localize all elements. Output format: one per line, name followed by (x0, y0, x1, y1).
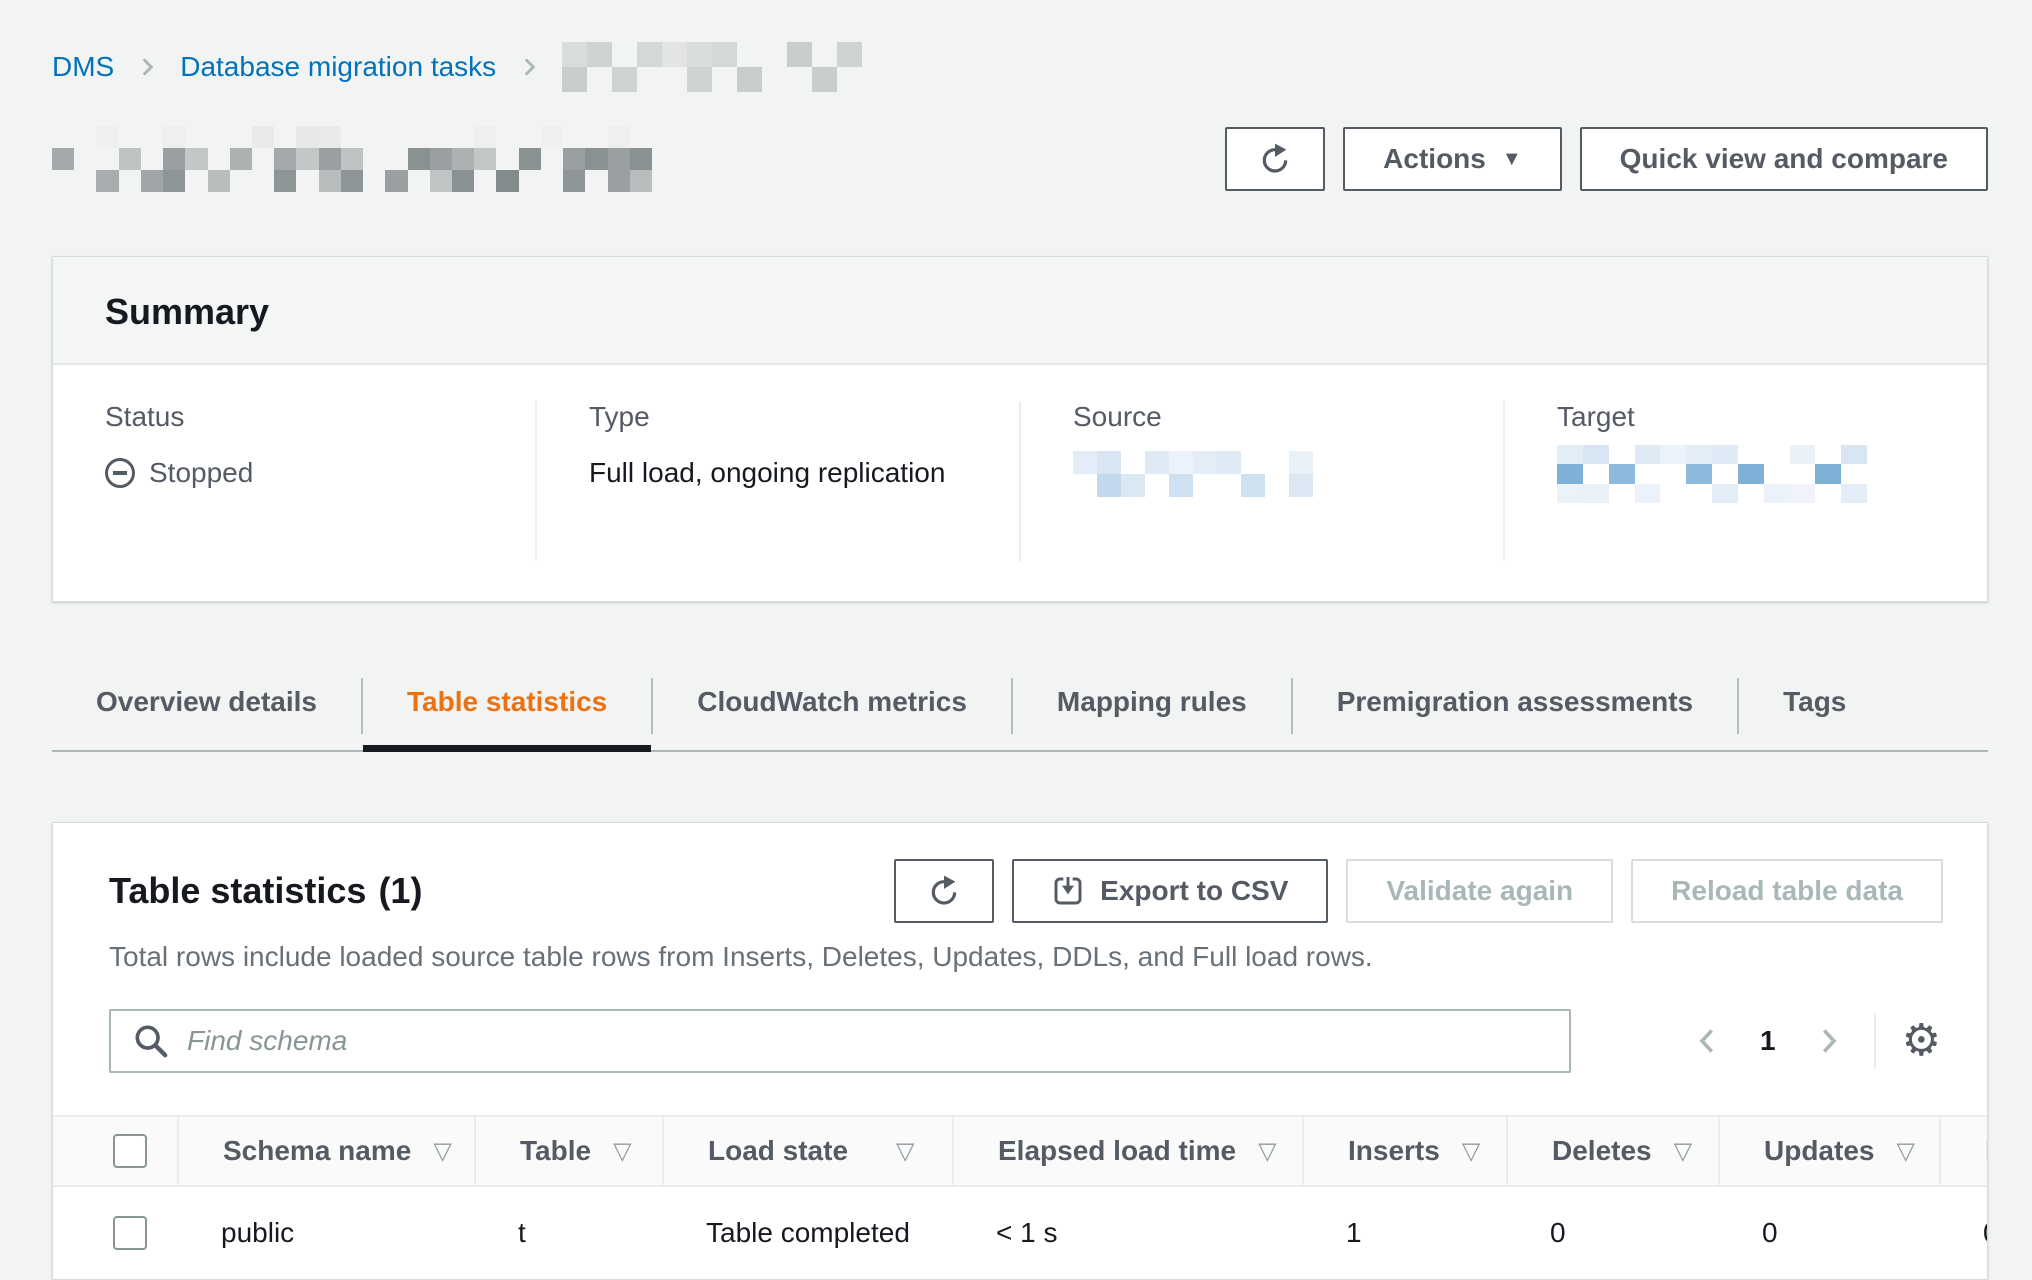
table-statistics-header: Table statistics (1) Export to C (53, 823, 1987, 923)
target-link-redacted[interactable] (1557, 445, 1867, 503)
type-label: Type (589, 401, 975, 433)
column-header-updates[interactable]: Updates▽ (1718, 1117, 1939, 1185)
sort-icon: ▽ (1258, 1137, 1276, 1165)
caret-down-icon: ▼ (1502, 149, 1522, 169)
table-statistics-table: Schema name▽ Table▽ Load state▽ Elapsed … (53, 1115, 1987, 1279)
export-csv-label: Export to CSV (1100, 875, 1288, 907)
chevron-right-icon (516, 52, 542, 82)
column-header-elapsed-load-time[interactable]: Elapsed load time▽ (952, 1117, 1302, 1185)
column-header-load-state[interactable]: Load state▽ (662, 1117, 952, 1185)
page-header: Actions ▼ Quick view and compare (52, 114, 1988, 204)
refresh-icon (1259, 143, 1291, 175)
export-csv-button[interactable]: Export to CSV (1012, 859, 1328, 923)
column-header-deletes[interactable]: Deletes▽ (1506, 1117, 1718, 1185)
chevron-right-icon (1810, 1023, 1846, 1059)
breadcrumb-current-redacted (562, 42, 862, 92)
validate-again-button[interactable]: Validate again (1346, 859, 1613, 923)
select-all-checkbox[interactable] (113, 1134, 147, 1168)
summary-panel: Summary Status Stopped Type Full load, o… (52, 256, 1988, 602)
table-actions: Export to CSV Validate again Reload tabl… (894, 859, 1943, 923)
gear-icon: ⚙ (1902, 1015, 1941, 1066)
summary-status-column: Status Stopped (53, 401, 535, 561)
tab-tags[interactable]: Tags (1739, 662, 1890, 750)
table-statistics-description: Total rows include loaded source table r… (109, 939, 1943, 975)
cell-table: t (474, 1187, 662, 1279)
breadcrumb-link-dms[interactable]: DMS (52, 51, 114, 83)
tab-premigration-assessments[interactable]: Premigration assessments (1293, 662, 1737, 750)
cell-schema-name: public (177, 1187, 474, 1279)
table-toolbar: 1 ⚙ (53, 975, 1987, 1073)
cell-deletes: 0 (1506, 1187, 1718, 1279)
summary-header: Summary (53, 257, 1987, 365)
header-actions: Actions ▼ Quick view and compare (1225, 127, 1988, 191)
sort-icon: ▽ (1462, 1137, 1480, 1165)
refresh-task-button[interactable] (1225, 127, 1325, 191)
summary-type-column: Type Full load, ongoing replication (535, 401, 1019, 561)
schema-search-box (109, 1009, 1571, 1073)
quick-view-compare-button[interactable]: Quick view and compare (1580, 127, 1988, 191)
summary-source-column: Source (1019, 401, 1503, 561)
column-header-inserts[interactable]: Inserts▽ (1302, 1117, 1506, 1185)
summary-grid: Status Stopped Type Full load, ongoing r… (53, 365, 1987, 601)
column-header-ddls-clipped[interactable]: D (1939, 1117, 1987, 1185)
pagination: 1 ⚙ (1686, 1013, 1943, 1069)
table-statistics-panel: Table statistics (1) Export to C (52, 822, 1988, 1280)
refresh-table-button[interactable] (894, 859, 994, 923)
table-row: public t Table completed < 1 s 1 0 0 0 (53, 1187, 1987, 1279)
refresh-icon (928, 875, 960, 907)
sort-icon: ▽ (613, 1137, 631, 1165)
table-header-row: Schema name▽ Table▽ Load state▽ Elapsed … (53, 1115, 1987, 1187)
tab-mapping-rules[interactable]: Mapping rules (1013, 662, 1291, 750)
source-link-redacted[interactable] (1073, 451, 1313, 497)
panel-count: (1) (378, 870, 422, 912)
chevron-left-icon (1690, 1023, 1726, 1059)
pagination-divider (1874, 1013, 1876, 1069)
panel-title-text: Table statistics (109, 870, 366, 912)
table-statistics-title: Table statistics (1) (109, 870, 422, 912)
breadcrumb: DMS Database migration tasks (52, 42, 1988, 92)
cell-load-state: Table completed (662, 1187, 952, 1279)
cell-updates: 0 (1718, 1187, 1939, 1279)
reload-table-data-button[interactable]: Reload table data (1631, 859, 1943, 923)
breadcrumb-link-migration-tasks[interactable]: Database migration tasks (180, 51, 496, 83)
column-header-table[interactable]: Table▽ (474, 1117, 662, 1185)
tab-overview-details[interactable]: Overview details (52, 662, 361, 750)
row-checkbox[interactable] (113, 1216, 147, 1250)
actions-menu-button[interactable]: Actions ▼ (1343, 127, 1561, 191)
sort-icon: ▽ (1896, 1137, 1914, 1165)
sort-icon: ▽ (896, 1137, 914, 1165)
chevron-right-icon (134, 52, 160, 82)
cell-ddls-clipped: 0 (1939, 1187, 1987, 1279)
cell-elapsed-load-time: < 1 s (952, 1187, 1302, 1279)
column-header-schema-name[interactable]: Schema name▽ (177, 1117, 474, 1185)
sort-icon: ▽ (433, 1137, 451, 1165)
sort-icon: ▽ (1674, 1137, 1692, 1165)
find-schema-input[interactable] (109, 1009, 1571, 1073)
cell-inserts: 1 (1302, 1187, 1506, 1279)
dms-task-page: DMS Database migration tasks Actions ▼ Q… (0, 0, 2032, 1274)
pagination-next-button[interactable] (1806, 1019, 1850, 1063)
pagination-prev-button[interactable] (1686, 1019, 1730, 1063)
tab-cloudwatch-metrics[interactable]: CloudWatch metrics (653, 662, 1011, 750)
task-title-redacted (52, 126, 652, 192)
status-label: Status (105, 401, 491, 433)
table-settings-button[interactable]: ⚙ (1900, 1019, 1943, 1063)
source-label: Source (1073, 401, 1459, 433)
summary-title: Summary (105, 291, 1935, 333)
current-page-number: 1 (1754, 1025, 1782, 1057)
type-value: Full load, ongoing replication (589, 457, 975, 489)
summary-target-column: Target (1503, 401, 1987, 561)
tab-table-statistics[interactable]: Table statistics (363, 662, 651, 750)
tab-bar: Overview details Table statistics CloudW… (52, 662, 1988, 752)
stopped-icon (105, 458, 135, 488)
download-icon (1052, 875, 1084, 907)
target-label: Target (1557, 401, 1943, 433)
actions-label: Actions (1383, 143, 1486, 175)
status-value: Stopped (149, 457, 253, 489)
